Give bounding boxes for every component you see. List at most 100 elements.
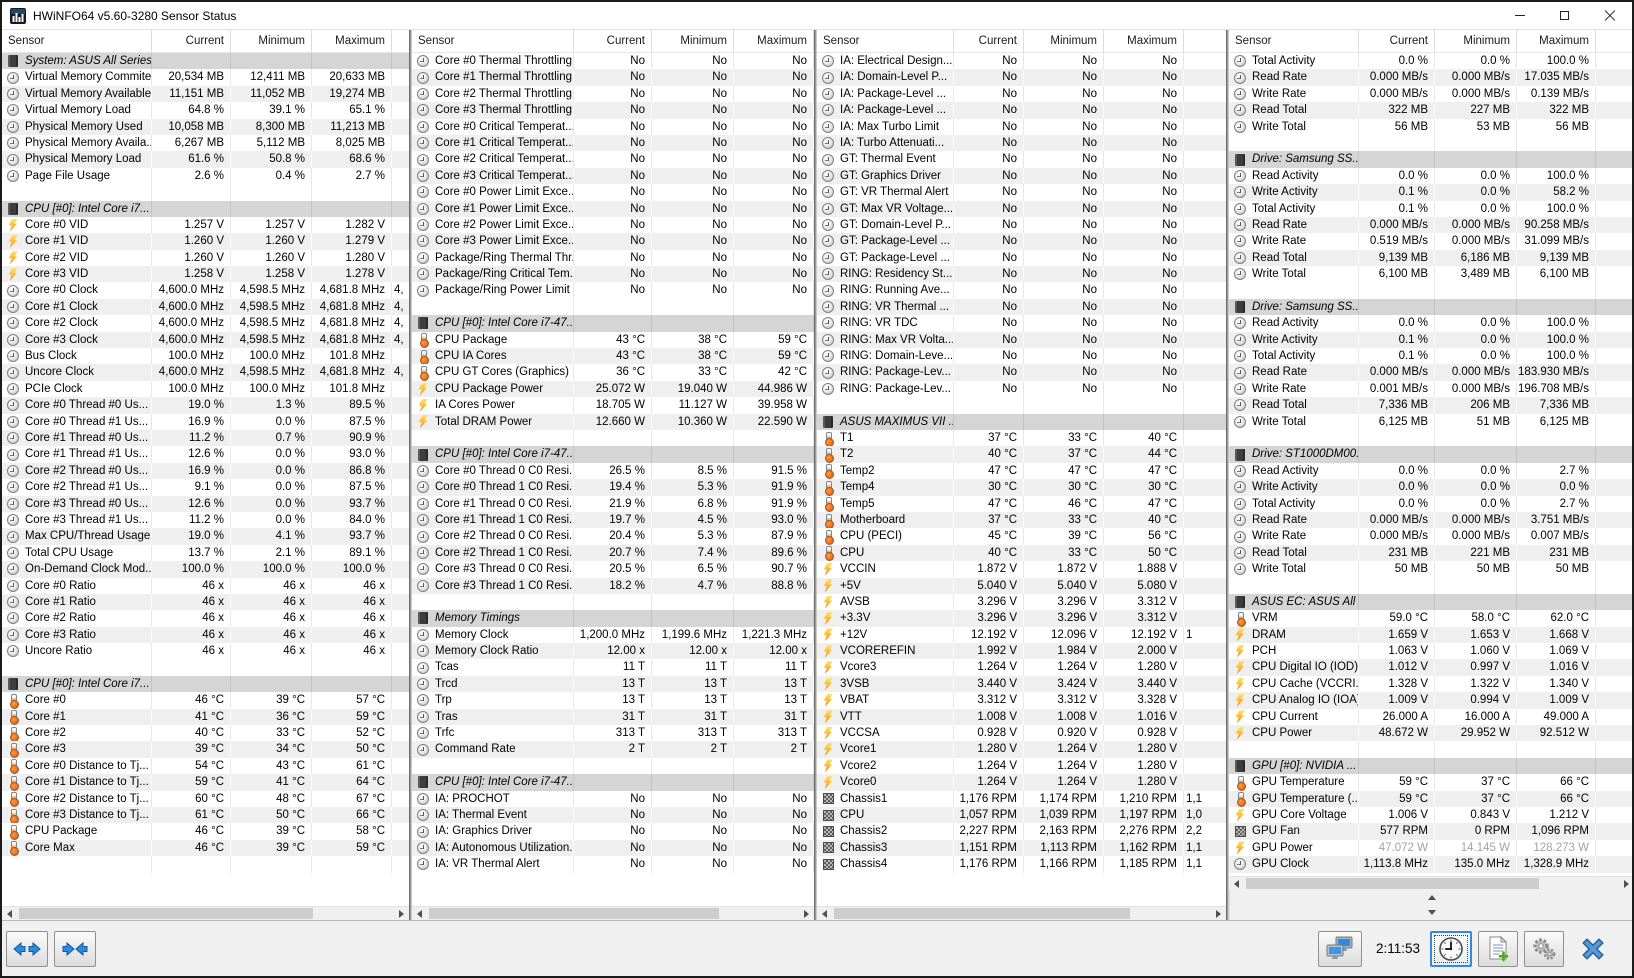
section-row[interactable]: CPU [#0]: Intel Core i7-47...	[412, 315, 814, 332]
h-scroll-thumb[interactable]	[429, 908, 720, 919]
sensor-row[interactable]: Vcore0 1.264 V 1.264 V 1.280 V	[817, 774, 1226, 791]
sensor-row[interactable]: GPU Core Voltage 1.006 V 0.843 V 1.212 V	[1229, 806, 1632, 824]
sensor-row[interactable]: Core #0 Clock 4,600.0 MHz 4,598.5 MHz 4,681…	[2, 282, 409, 299]
sensor-row[interactable]: +3.3V 3.296 V 3.296 V 3.312 V	[817, 610, 1226, 627]
sensor-row[interactable]: Core #0 Thread 0 C0 Resi... 26.5 % 8.5 % 91…	[412, 462, 814, 480]
sensor-row[interactable]: Virtual Memory Available 11,151 MB 11,052 …	[2, 85, 409, 103]
sensor-row[interactable]: Core #2 Clock 4,600.0 MHz 4,598.5 MHz 4,681…	[2, 315, 409, 332]
sensor-row[interactable]: GPU Clock 1,113.8 MHz 135.0 MHz 1,328.9 MHz	[1229, 856, 1632, 873]
sensor-row[interactable]: Core #2 Thread 1 C0 Resi... 20.7 % 7.4 % 89…	[412, 544, 814, 562]
sensor-row[interactable]: Chassis1 1,176 RPM 1,174 RPM 1,210 RPM 1,1	[817, 790, 1226, 807]
sensor-row[interactable]: Chassis3 1,151 RPM 1,113 RPM 1,162 RPM 1,1	[817, 839, 1226, 857]
sensor-row[interactable]: CPU 40 °C 33 °C 50 °C	[817, 544, 1226, 562]
sensor-row[interactable]: IA: VR Thermal Alert No No No	[412, 856, 814, 873]
sensor-row[interactable]: CPU Package Power 25.072 W 19.040 W 44.986 …	[412, 380, 814, 398]
h-scrollbar[interactable]	[817, 906, 1226, 920]
sensor-row[interactable]: Core #3 Ratio 46 x 46 x 46 x	[2, 626, 409, 644]
sensor-row[interactable]: RING: Package-Lev... No No No	[817, 380, 1226, 398]
sensor-row[interactable]: Read Total 7,336 MB 206 MB 7,336 MB	[1229, 397, 1632, 414]
sensor-row[interactable]: Read Rate 0.000 MB/s 0.000 MB/s 183.930 MB/…	[1229, 364, 1632, 381]
maximize-button[interactable]	[1542, 2, 1587, 29]
sensor-row[interactable]: Vcore2 1.264 V 1.264 V 1.280 V	[817, 757, 1226, 775]
sensor-row[interactable]: Command Rate 2 T2 T2 T	[412, 741, 814, 758]
sensor-row[interactable]: PCH 1.063 V 1.060 V 1.069 V	[1229, 643, 1632, 660]
sensor-row[interactable]: VCCSA 0.928 V 0.920 V 0.928 V	[817, 725, 1226, 742]
h-scroll-thumb[interactable]	[1246, 878, 1539, 889]
sensor-row[interactable]: Core #1 Distance to Tj... 59 °C 41 °C 64 °C	[2, 774, 409, 791]
report-button[interactable]	[1478, 930, 1518, 967]
sensor-row[interactable]: Read Activity 0.0 % 0.0 % 2.7 %	[1229, 462, 1632, 480]
sensor-row[interactable]: Read Rate 0.000 MB/s 0.000 MB/s 3.751 MB/s	[1229, 511, 1632, 529]
sensor-row[interactable]: RING: VR Thermal ... No No No	[817, 298, 1226, 316]
sensor-row[interactable]: Core #2 Power Limit Exce... No No No	[412, 216, 814, 234]
sensor-row[interactable]: Core #2 Critical Temperat... No No No	[412, 151, 814, 168]
sensor-row[interactable]: RING: Residency St... No No No	[817, 266, 1226, 283]
sensor-row[interactable]: Core #3 Distance to Tj... 61 °C 50 °C 66 °C	[2, 806, 409, 824]
sensor-row[interactable]: Uncore Ratio 46 x 46 x 46 x	[2, 643, 409, 660]
section-row[interactable]: ASUS MAXIMUS VII ...	[817, 413, 1226, 430]
sensor-row[interactable]: Core #0 Distance to Tj... 54 °C 43 °C 61 °C	[2, 757, 409, 775]
sensor-row[interactable]: Core #2 Thermal Throttling No No No	[412, 85, 814, 103]
sensor-row[interactable]: Core #0 Thread #0 Us... 19.0 % 1.3 % 89.5 %	[2, 397, 409, 414]
sensor-row[interactable]: Core #1 Thread 0 C0 Resi... 21.9 % 6.8 % 91…	[412, 495, 814, 512]
sensor-row[interactable]: Core #0 Power Limit Exce... No No No	[412, 184, 814, 201]
sensor-row[interactable]: T1 37 °C 33 °C 40 °C	[817, 429, 1226, 447]
sensor-row[interactable]: Core #0 Ratio 46 x 46 x 46 x	[2, 577, 409, 594]
sensor-row[interactable]: AVSB 3.296 V 3.296 V 3.312 V	[817, 593, 1226, 611]
sensor-row[interactable]: GT: Domain-Level P... No No No	[817, 216, 1226, 234]
column-header-minimum[interactable]: Minimum	[231, 30, 312, 52]
sensor-row[interactable]: GT: Thermal Event No No No	[817, 151, 1226, 168]
remote-monitoring-button[interactable]	[1317, 930, 1362, 967]
sensor-row[interactable]: Core #2 Ratio 46 x 46 x 46 x	[2, 610, 409, 627]
sensor-row[interactable]: Vcore1 1.280 V 1.264 V 1.280 V	[817, 741, 1226, 758]
sensor-row[interactable]: Core #2 40 °C 33 °C 52 °C	[2, 725, 409, 742]
sensor-row[interactable]: Core #3 39 °C 34 °C 50 °C	[2, 741, 409, 758]
sensor-row[interactable]: CPU Analog IO (IOA) 1.009 V 0.994 V 1.009 V	[1229, 692, 1632, 709]
sensor-row[interactable]: IA: Thermal Event No No No	[412, 806, 814, 824]
sensor-row[interactable]: Core #3 VID 1.258 V 1.258 V 1.278 V	[2, 266, 409, 283]
sensor-row[interactable]: Core #2 Thread #0 Us... 16.9 % 0.0 % 86.8 %	[2, 462, 409, 480]
sensor-row[interactable]: RING: Max VR Volta... No No No	[817, 331, 1226, 349]
sensor-row[interactable]: Package/Ring Thermal Thr... No No No	[412, 249, 814, 267]
sensor-row[interactable]: VBAT 3.312 V 3.312 V 3.328 V	[817, 692, 1226, 709]
column-header-current[interactable]: Current	[152, 30, 231, 52]
sensor-row[interactable]: VTT 1.008 V 1.008 V 1.016 V	[817, 708, 1226, 726]
section-row[interactable]: Drive: ST1000DM00...	[1229, 446, 1632, 463]
settings-button[interactable]	[1524, 930, 1564, 967]
sensor-row[interactable]: Vcore3 1.264 V 1.264 V 1.280 V	[817, 659, 1226, 676]
sensor-row[interactable]: Core #1 VID 1.260 V 1.260 V 1.279 V	[2, 233, 409, 250]
sensor-row[interactable]: Core #0 Critical Temperat... No No No	[412, 118, 814, 135]
sensor-row[interactable]: RING: Domain-Leve... No No No	[817, 348, 1226, 365]
column-header-sensor[interactable]: Sensor	[412, 30, 574, 52]
column-header-minimum[interactable]: Minimum	[1435, 30, 1517, 52]
sensor-row[interactable]: Tras 31 T 31 T 31 T	[412, 708, 814, 726]
column-header-current[interactable]: Current	[1359, 30, 1435, 52]
sensor-row[interactable]: IA: Electrical Design... No No No	[817, 53, 1226, 70]
sensor-row[interactable]: Virtual Memory Load 64.8 % 39.1 % 65.1 %	[2, 102, 409, 119]
sensor-row[interactable]: IA: Package-Level ... No No No	[817, 102, 1226, 119]
sensor-row[interactable]: Core #3 Power Limit Exce... No No No	[412, 233, 814, 250]
sensor-row[interactable]: GPU Temperature 59 °C 37 °C 66 °C	[1229, 774, 1632, 791]
sensor-row[interactable]: VCOREREFIN 1.992 V 1.984 V 2.000 V	[817, 643, 1226, 660]
collapse-columns-button[interactable]	[54, 930, 96, 967]
sensor-row[interactable]: Write Activity 0.0 % 0.0 % 0.0 %	[1229, 479, 1632, 496]
column-header-sensor[interactable]: Sensor	[2, 30, 152, 52]
section-row[interactable]: CPU [#0]: Intel Core i7...	[2, 675, 409, 693]
scroll-left-button[interactable]	[2, 907, 17, 920]
sensor-row[interactable]: Write Rate 0.519 MB/s 0.000 MB/s 31.099 MB/…	[1229, 233, 1632, 250]
sensor-row[interactable]: CPU Digital IO (IOD) 1.012 V 0.997 V 1.016 …	[1229, 659, 1632, 676]
column-header-current[interactable]: Current	[574, 30, 652, 52]
h-scroll-thumb[interactable]	[834, 908, 1130, 919]
column-header-minimum[interactable]: Minimum	[1024, 30, 1104, 52]
section-row[interactable]: CPU [#0]: Intel Core i7-47...	[412, 774, 814, 791]
scroll-left-button[interactable]	[1229, 877, 1244, 890]
sensor-row[interactable]: Read Activity 0.0 % 0.0 % 100.0 %	[1229, 315, 1632, 332]
column-header-sensor[interactable]: Sensor	[817, 30, 954, 52]
sensor-row[interactable]: CPU Cache (VCCRI... 1.328 V 1.322 V 1.340 V	[1229, 675, 1632, 693]
sensor-row[interactable]: Temp4 30 °C 30 °C 30 °C	[817, 479, 1226, 496]
close-button[interactable]	[1587, 2, 1632, 29]
sensor-row[interactable]: Write Rate 0.001 MB/s 0.000 MB/s 196.708 MB…	[1229, 380, 1632, 398]
sensor-row[interactable]: IA: Package-Level ... No No No	[817, 85, 1226, 103]
sensor-row[interactable]: Virtual Memory Commited 20,534 MB 12,411 M…	[2, 69, 409, 86]
sensor-row[interactable]: +12V 12.192 V 12.096 V 12.192 V1	[817, 626, 1226, 644]
